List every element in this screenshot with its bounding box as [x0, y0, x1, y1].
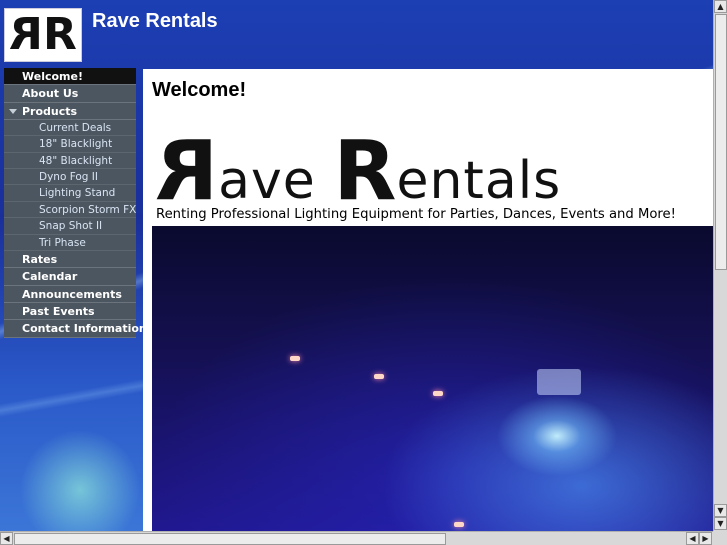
nav-sub-tri-phase[interactable]: Tri Phase — [4, 234, 136, 252]
scroll-left-button[interactable]: ◀ — [686, 532, 699, 545]
site-title[interactable]: Rave Rentals — [92, 10, 218, 33]
page-title: Welcome! — [152, 79, 247, 101]
stage-light — [433, 391, 443, 396]
hero-photo — [152, 226, 713, 531]
sidebar-nav: Welcome! About Us Products Current Deals… — [4, 68, 147, 338]
scroll-down-button[interactable]: ▼ — [714, 517, 727, 530]
nav-item-announcements[interactable]: Announcements — [4, 285, 136, 303]
vertical-scrollbar[interactable]: ▲ ▼ ▼ — [713, 0, 727, 531]
brand-letter-2: R — [333, 124, 397, 220]
site-logo[interactable]: RR — [4, 8, 82, 62]
light-fixture — [537, 369, 581, 395]
brand-logo: R ave R entals — [155, 124, 562, 220]
nav-item-contact-information[interactable]: Contact Information — [4, 320, 147, 338]
expand-arrow-icon[interactable] — [9, 108, 17, 114]
scroll-up-button[interactable]: ▲ — [714, 0, 727, 13]
horizontal-scrollbar[interactable]: ◀ ◀ ▶ — [0, 531, 713, 545]
scrollbar-corner — [713, 531, 727, 545]
site-header: RR Rave Rentals — [0, 0, 713, 68]
nav-item-rates[interactable]: Rates — [4, 251, 136, 269]
nav-sub-18-blacklight[interactable]: 18" Blacklight — [4, 136, 136, 153]
nav-sub-48-blacklight[interactable]: 48" Blacklight — [4, 152, 136, 170]
main-content: Welcome! R ave R entals Renting Professi… — [143, 69, 713, 531]
nav-sub-scorpion-storm[interactable]: Scorpion Storm FX — [4, 201, 136, 219]
scroll-right-button[interactable]: ▶ — [699, 532, 712, 545]
brand-word-2: entals — [396, 151, 562, 212]
nav-item-welcome[interactable]: Welcome! — [4, 68, 136, 86]
stage-light — [374, 374, 384, 379]
nav-item-products[interactable]: Products — [4, 102, 136, 120]
brand-letter-1: R — [155, 124, 219, 220]
horizontal-scroll-thumb[interactable] — [14, 533, 446, 545]
logo-letters: RR — [13, 9, 77, 60]
stage-light — [454, 522, 464, 527]
stage-light — [290, 356, 300, 361]
nav-sub-lighting-stand[interactable]: Lighting Stand — [4, 185, 136, 202]
nav-sub-dyno-fog[interactable]: Dyno Fog II — [4, 169, 136, 186]
nav-item-products-label: Products — [22, 104, 78, 118]
nav-item-calendar[interactable]: Calendar — [4, 268, 136, 286]
brand-word-1: ave — [218, 151, 334, 212]
scroll-down-button[interactable]: ▼ — [714, 504, 727, 517]
tagline: Renting Professional Lighting Equipment … — [156, 207, 676, 222]
nav-sub-current-deals[interactable]: Current Deals — [4, 119, 136, 137]
vertical-scroll-thumb[interactable] — [715, 14, 727, 270]
nav-sub-snap-shot[interactable]: Snap Shot II — [4, 218, 136, 235]
scroll-left-button[interactable]: ◀ — [0, 532, 13, 545]
nav-item-about-us[interactable]: About Us — [4, 85, 136, 103]
nav-item-past-events[interactable]: Past Events — [4, 302, 136, 321]
